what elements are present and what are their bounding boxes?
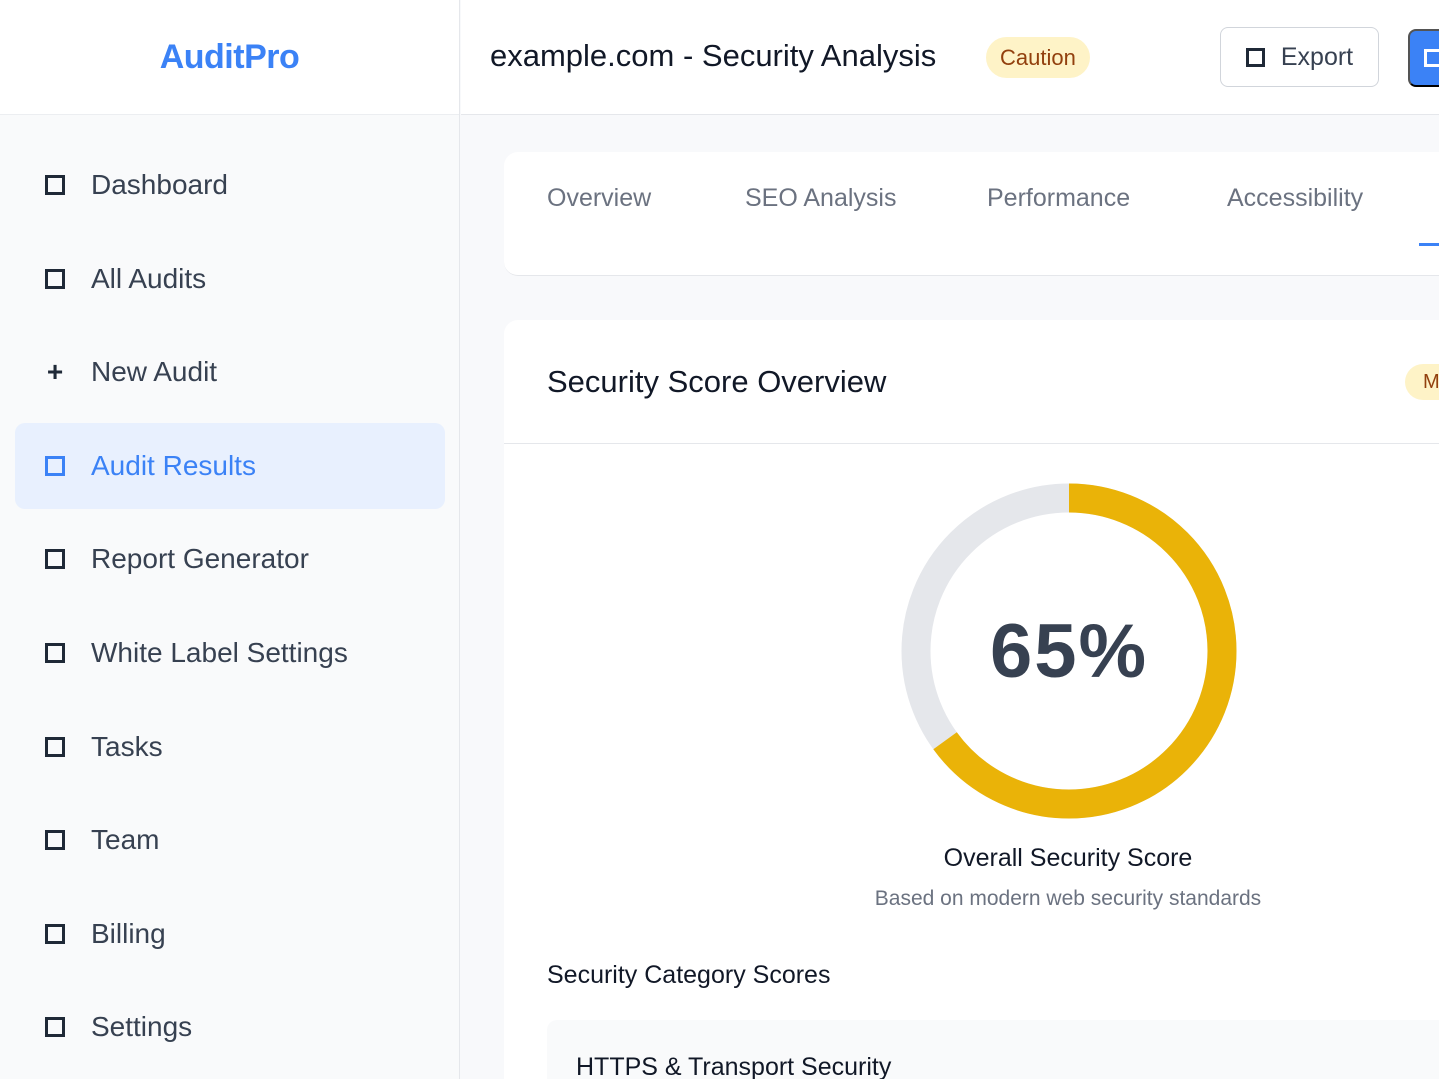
sidebar-item-settings[interactable]: Settings — [15, 984, 445, 1070]
sidebar-item-label: Audit Results — [91, 449, 256, 481]
card-title: Security Score Overview — [547, 364, 887, 399]
security-score-card: Security Score Overview M 65% Overall Se… — [504, 320, 1439, 1079]
export-button[interactable]: Export — [1220, 27, 1379, 87]
sidebar-item-label: Tasks — [91, 730, 163, 762]
active-tab-indicator — [1419, 243, 1439, 246]
export-button-label: Export — [1280, 42, 1354, 71]
top-header: example.com - Security Analysis Caution … — [461, 0, 1439, 115]
sidebar-item-team[interactable]: Team — [15, 797, 445, 883]
square-icon — [43, 547, 67, 571]
sidebar-item-white-label-settings[interactable]: White Label Settings — [15, 610, 445, 696]
page-title: example.com - Security Analysis — [490, 38, 937, 73]
sidebar-nav: Dashboard All Audits + New Audit Audit R… — [15, 142, 445, 1078]
sidebar-item-label: White Label Settings — [91, 636, 348, 668]
square-icon — [43, 735, 67, 759]
sidebar: AuditPro Dashboard All Audits + New Audi… — [0, 0, 460, 1079]
category-scores-heading: Security Category Scores — [547, 961, 831, 989]
square-icon — [43, 922, 67, 946]
sidebar-item-label: Report Generator — [91, 543, 309, 575]
sidebar-item-billing[interactable]: Billing — [15, 891, 445, 977]
primary-action-button[interactable] — [1408, 29, 1439, 87]
tab-performance[interactable]: Performance — [987, 184, 1130, 213]
score-value: 65% — [989, 609, 1149, 694]
square-icon — [43, 641, 67, 665]
sidebar-item-label: New Audit — [91, 356, 218, 388]
risk-badge: M — [1405, 364, 1439, 400]
tab-bar: Overview SEO Analysis Performance Access… — [504, 152, 1439, 276]
sidebar-item-all-audits[interactable]: All Audits — [15, 236, 445, 322]
export-icon — [1245, 47, 1265, 67]
square-icon — [43, 1015, 67, 1039]
sidebar-item-label: Settings — [91, 1011, 193, 1043]
square-icon — [43, 828, 67, 852]
sidebar-item-dashboard[interactable]: Dashboard — [15, 142, 445, 228]
category-card: HTTPS & Transport Security — [547, 1020, 1439, 1079]
category-title: HTTPS & Transport Security — [576, 1053, 892, 1079]
sidebar-item-tasks[interactable]: Tasks — [15, 704, 445, 790]
tab-seo-analysis[interactable]: SEO Analysis — [745, 184, 896, 213]
square-icon — [43, 454, 67, 478]
sidebar-item-label: Dashboard — [91, 169, 228, 200]
tab-overview[interactable]: Overview — [547, 184, 651, 213]
square-icon — [43, 173, 67, 197]
square-icon — [1424, 49, 1439, 67]
sidebar-item-audit-results[interactable]: Audit Results — [15, 422, 445, 509]
tab-accessibility[interactable]: Accessibility — [1227, 184, 1363, 213]
score-label: Overall Security Score — [943, 844, 1193, 872]
card-header: Security Score Overview M — [504, 320, 1439, 444]
plus-icon: + — [46, 356, 64, 388]
score-description: Based on modern web security standards — [874, 887, 1262, 910]
status-badge: Caution — [986, 37, 1090, 78]
brand-header: AuditPro — [0, 0, 459, 115]
sidebar-item-label: Billing — [91, 917, 166, 949]
sidebar-item-label: All Audits — [91, 262, 207, 294]
square-icon — [43, 267, 67, 291]
sidebar-item-label: Team — [91, 824, 160, 856]
sidebar-item-new-audit[interactable]: + New Audit — [15, 329, 445, 415]
sidebar-item-report-generator[interactable]: Report Generator — [15, 516, 445, 602]
app-logo[interactable]: AuditPro — [160, 38, 300, 77]
